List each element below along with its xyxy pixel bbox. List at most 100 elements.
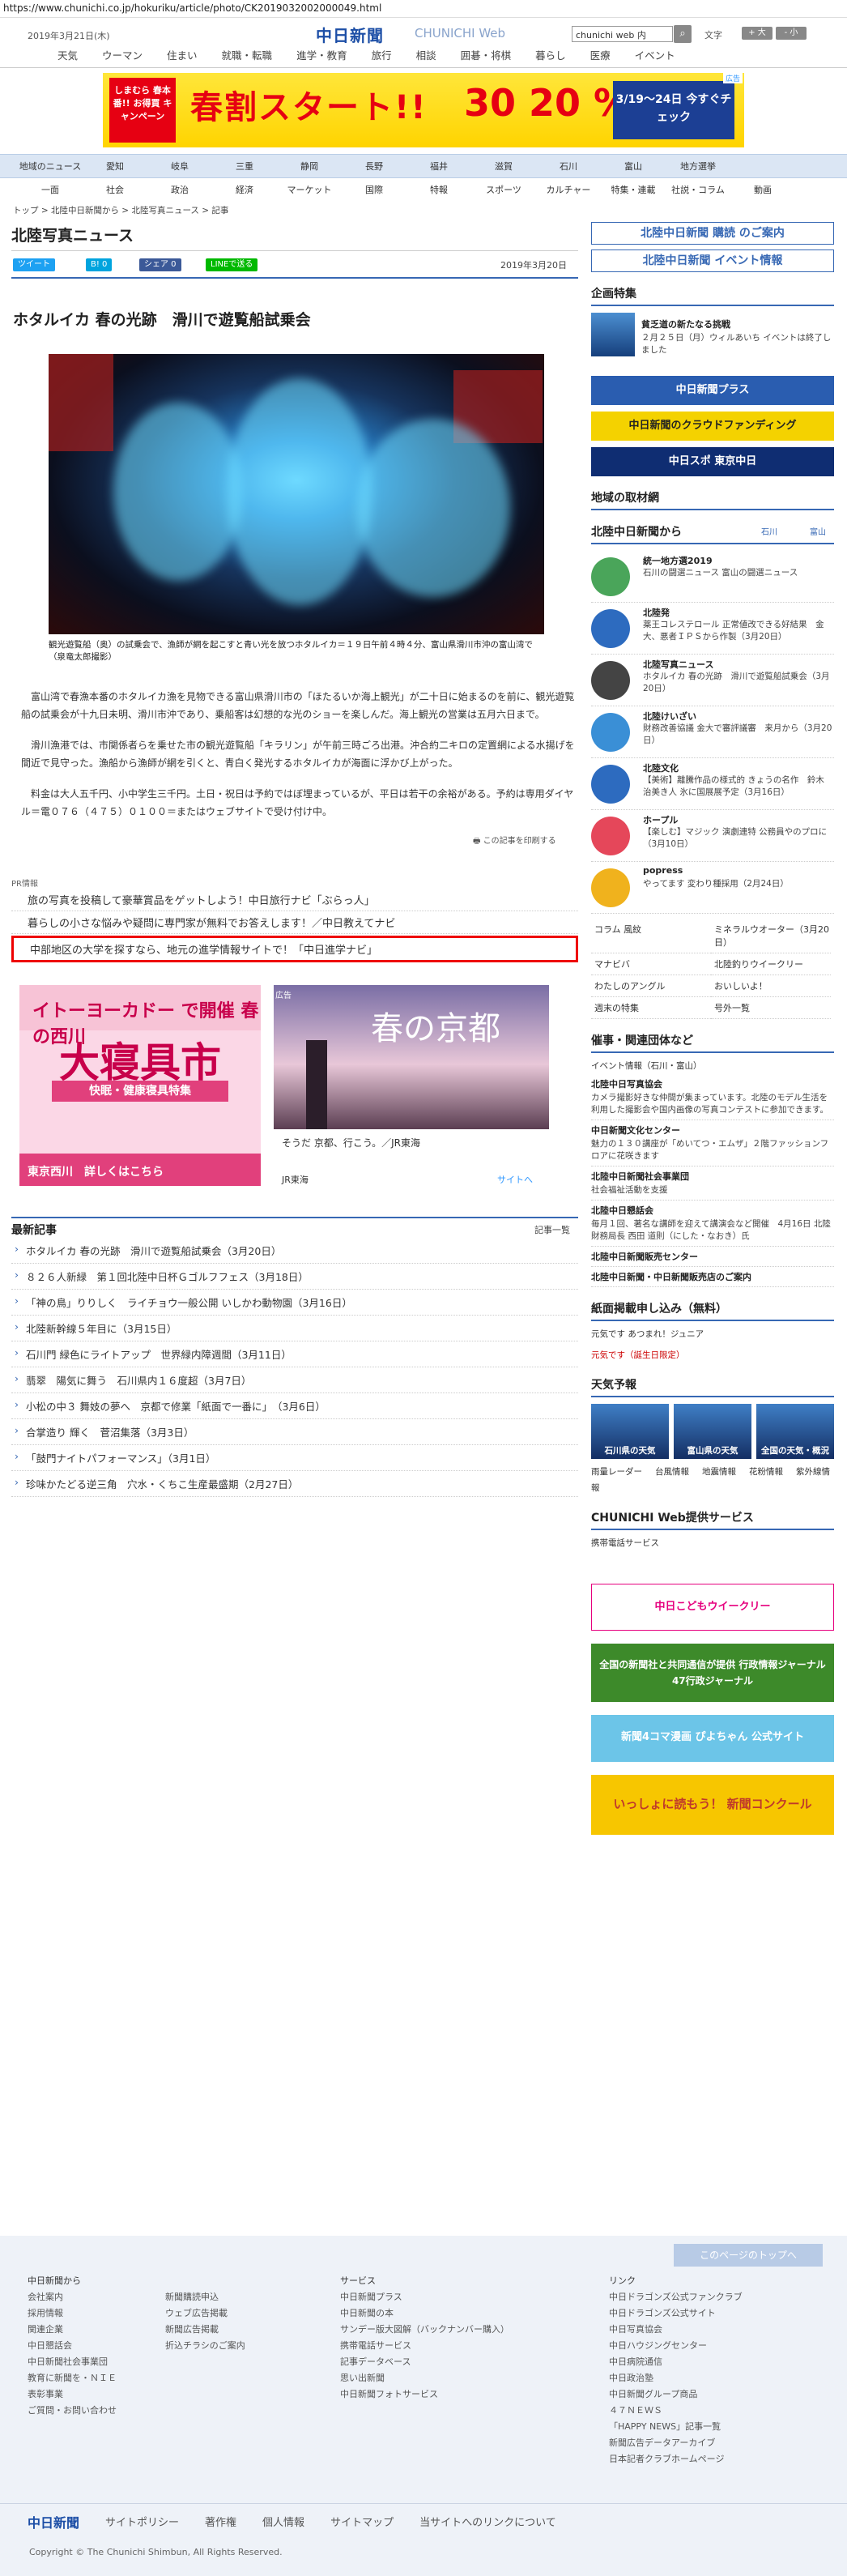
- weather-link[interactable]: 台風情報: [655, 1467, 689, 1477]
- tab-ishikawa[interactable]: 石川: [761, 525, 777, 537]
- sidebar-mini-link[interactable]: 週末の特集: [591, 997, 711, 1019]
- footer-link[interactable]: 中日ハウジングセンター: [609, 2338, 743, 2354]
- section-nav-region[interactable]: 福井: [406, 160, 471, 173]
- footer-link[interactable]: 中日写真協会: [609, 2322, 743, 2338]
- nie-banner[interactable]: いっしょに読もう！ 新聞コンクール: [591, 1775, 834, 1835]
- footer-link[interactable]: ウェブ広告掲載: [165, 2305, 245, 2322]
- top-ad-banner[interactable]: しまむら 春本番!! お得買 キャンペーン 春割スタート!! 30 20 %OF…: [103, 73, 744, 147]
- address-bar[interactable]: https://www.chunichi.co.jp/hokuriku/arti…: [0, 0, 847, 18]
- footer-link[interactable]: 携帯電話サービス: [340, 2338, 509, 2354]
- section-nav-category[interactable]: 経済: [212, 183, 277, 196]
- footer-bar-link[interactable]: 個人情報: [262, 2514, 304, 2529]
- footer-link[interactable]: サンデー版大図解（バックナンバー購入）: [340, 2322, 509, 2338]
- latest-article-item[interactable]: 合掌造り 輝く 菅沼集落（3月3日）: [11, 1419, 578, 1445]
- line-button[interactable]: LINEで送る: [206, 258, 258, 271]
- nishikawa-ad[interactable]: イトーヨーカドー で開催 春の西川 大寝具市 快眠・健康寝具特集 東京西川 詳し…: [19, 985, 261, 1186]
- pr-item-highlighted[interactable]: 中部地区の大学を探すなら、地元の進学情報サイトで！「中日進学ナビ」: [11, 936, 578, 962]
- footer-link[interactable]: 中日新聞社会事業団: [28, 2354, 117, 2370]
- event-item[interactable]: 北陸中日新聞・中日新聞販売店のご案内: [591, 1267, 834, 1287]
- footer-link[interactable]: 教育に新聞を・ＮＩＥ: [28, 2370, 117, 2386]
- 47-banner[interactable]: 全国の新聞社と共同通信が提供 行政情報ジャーナル 47行政ジャーナル: [591, 1644, 834, 1702]
- kikaku-item[interactable]: 貧乏道の新たなる挑戦 ２月２５日（月）ウィルあいち イベントは終了しました: [591, 313, 834, 369]
- events-sub[interactable]: イベント情報（石川・富山）: [591, 1058, 834, 1074]
- events-button[interactable]: 北陸中日新聞 イベント情報: [591, 249, 834, 272]
- section-nav-category[interactable]: スポーツ: [471, 183, 536, 196]
- weather-link[interactable]: 花粉情報: [749, 1467, 783, 1477]
- global-nav-item[interactable]: 暮らし: [523, 47, 578, 67]
- footer-link[interactable]: 中日ドラゴンズ公式サイト: [609, 2305, 743, 2322]
- section-nav-region[interactable]: 長野: [342, 160, 406, 173]
- section-nav-category[interactable]: 国際: [342, 183, 406, 196]
- footer-link[interactable]: 中日新聞の本: [340, 2305, 509, 2322]
- footer-link[interactable]: ご質問・お問い合わせ: [28, 2403, 117, 2419]
- footer-link[interactable]: 中日新聞グループ商品: [609, 2386, 743, 2403]
- footer-link[interactable]: 中日懇話会: [28, 2338, 117, 2354]
- apply-link[interactable]: 元気です（誕生日限定）: [591, 1347, 834, 1363]
- footer-link[interactable]: 新聞広告データアーカイブ: [609, 2435, 743, 2451]
- weather-box[interactable]: 石川県の天気: [591, 1404, 669, 1459]
- sidebar-mini-link[interactable]: わたしのアングル: [591, 975, 711, 997]
- from-item[interactable]: popress やってます 変わり種採用（2月24日）: [591, 862, 834, 914]
- event-item[interactable]: 中日新聞文化センター 魅力の１３０講座が「めいてつ・エムザ」２階ファッションフロア…: [591, 1120, 834, 1166]
- footer-link[interactable]: 中日新聞プラス: [340, 2289, 509, 2305]
- latest-article-item[interactable]: 珍味かたどる逆三角 穴水・くちこ生産最盛期（2月27日）: [11, 1471, 578, 1497]
- latest-article-item[interactable]: 石川門 緑色にライトアップ 世界緑内障週間（3月11日）: [11, 1341, 578, 1367]
- crowdfunding-banner[interactable]: 中日新聞のクラウドファンディング: [591, 412, 834, 441]
- from-item[interactable]: ホープル 【楽しむ】マジック 演劇連特 公務員やのプロに（3月10日）: [591, 810, 834, 862]
- sidebar-mini-link[interactable]: 号外一覧: [711, 997, 831, 1019]
- from-item[interactable]: 北陸文化 【美術】離騰作品の様式的 きょうの名作 鈴木治美き人 氷に国展展予定（3…: [591, 758, 834, 810]
- section-nav-region[interactable]: 愛知: [83, 160, 147, 173]
- section-nav-region[interactable]: 石川: [536, 160, 601, 173]
- section-nav-category[interactable]: 社説・コラム: [666, 183, 730, 196]
- footer-link[interactable]: 中日ドラゴンズ公式ファンクラブ: [609, 2289, 743, 2305]
- global-nav-item[interactable]: ウーマン: [90, 47, 155, 67]
- event-item[interactable]: 北陸中日新聞販売センター: [591, 1247, 834, 1267]
- footer-link[interactable]: 採用情報: [28, 2305, 117, 2322]
- latest-article-item[interactable]: 北陸新幹線５年目に（3月15日）: [11, 1316, 578, 1341]
- font-large-button[interactable]: + 大: [742, 27, 773, 40]
- weather-box[interactable]: 富山県の天気: [674, 1404, 751, 1459]
- footer-logo[interactable]: 中日新聞: [28, 2512, 79, 2531]
- section-nav-category[interactable]: 政治: [147, 183, 212, 196]
- tab-toyama[interactable]: 富山: [810, 525, 826, 537]
- section-nav-region[interactable]: 地方選挙: [666, 160, 730, 173]
- section-nav-region[interactable]: 岐阜: [147, 160, 212, 173]
- local-network-heading[interactable]: 地域の取材網: [591, 486, 834, 510]
- weather-link[interactable]: 地震情報: [702, 1467, 736, 1477]
- from-item[interactable]: 統一地方選2019 石川の闘選ニュース 富山の闘選ニュース: [591, 551, 834, 603]
- font-small-button[interactable]: - 小: [776, 27, 807, 40]
- footer-link[interactable]: 中日新聞フォトサービス: [340, 2386, 509, 2403]
- footer-link[interactable]: 折込チラシのご案内: [165, 2338, 245, 2354]
- section-nav-category[interactable]: 一面: [18, 183, 83, 196]
- global-nav-item[interactable]: 住まい: [155, 47, 210, 67]
- sidebar-mini-link[interactable]: おいしいよ！: [711, 975, 831, 997]
- search-icon[interactable]: ⌕: [674, 25, 692, 43]
- section-nav-region[interactable]: 富山: [601, 160, 666, 173]
- section-nav-category[interactable]: マーケット: [277, 183, 342, 196]
- from-item[interactable]: 北陸発 薬王コレステロール 正常値改できる好結果 金大、悪者ＩＰＳから作製（3月2…: [591, 603, 834, 655]
- footer-link[interactable]: 中日政治塾: [609, 2370, 743, 2386]
- jr-kyoto-ad[interactable]: 広告 春の京都: [274, 985, 549, 1129]
- site-logo[interactable]: 中日新聞: [316, 23, 384, 46]
- hatena-button[interactable]: B! 0: [86, 258, 113, 271]
- global-nav-item[interactable]: イベント: [623, 47, 687, 67]
- global-nav-item[interactable]: 進学・教育: [284, 47, 360, 67]
- kodomo-banner[interactable]: 中日こどもウイークリー: [591, 1584, 834, 1631]
- footer-link[interactable]: 中日病院通信: [609, 2354, 743, 2370]
- latest-article-item[interactable]: 「鼓門ナイトパフォーマンス」（3月1日）: [11, 1445, 578, 1471]
- print-link[interactable]: 🖶 この記事を印刷する: [473, 834, 578, 849]
- global-nav-item[interactable]: 医療: [578, 47, 623, 67]
- sidebar-mini-link[interactable]: 北陸釣りウイークリー: [711, 953, 831, 975]
- section-nav-category[interactable]: 社会: [83, 183, 147, 196]
- from-item[interactable]: 北陸けいざい 財務改善協議 金大で審評議審 来月から（3月20日）: [591, 706, 834, 758]
- footer-link[interactable]: ４７ＮＥＷＳ: [609, 2403, 743, 2419]
- footer-link[interactable]: 日本記者クラブホームページ: [609, 2451, 743, 2467]
- latest-article-item[interactable]: 小松の中３ 舞妓の夢へ 京都で修業「紙面で一番に」 （3月6日）: [11, 1393, 578, 1419]
- event-item[interactable]: 北陸中日写真協会 カメラ撮影好きな仲間が集まっています。北陸のモデル生活を利用した…: [591, 1074, 834, 1120]
- latest-article-item[interactable]: ８２６人新緑 第１回北陸中日杯Ｇゴルフフェス（3月18日）: [11, 1264, 578, 1290]
- section-nav-region[interactable]: 滋賀: [471, 160, 536, 173]
- search-input[interactable]: chunichi web 内: [572, 26, 673, 42]
- ad2-caption[interactable]: そうだ 京都、行こう。／JR東海: [282, 1136, 420, 1149]
- weather-box[interactable]: 全国の天気・概況: [756, 1404, 834, 1459]
- footer-bar-link[interactable]: サイトポリシー: [105, 2514, 179, 2529]
